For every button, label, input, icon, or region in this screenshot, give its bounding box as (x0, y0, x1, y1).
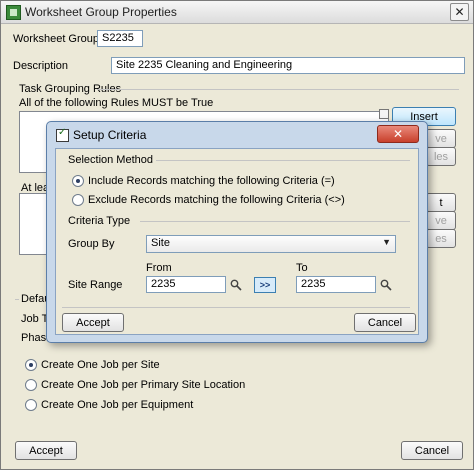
scroll-up-icon[interactable] (379, 109, 389, 119)
job-per-equipment-label: Create One Job per Equipment (41, 399, 194, 411)
from-site-field[interactable]: 2235 (146, 276, 226, 293)
rules-button[interactable]: les (426, 147, 456, 166)
job-per-primary-site-location-label: Create One Job per Primary Site Location (41, 379, 246, 391)
window-title: Worksheet Group Properties (25, 5, 177, 19)
title-bar[interactable]: Worksheet Group Properties ✕ (1, 1, 473, 24)
job-per-site-radio[interactable] (25, 359, 37, 371)
must-rules-label: All of the following Rules MUST be True (19, 97, 214, 109)
criteria-type-title: Criteria Type (68, 215, 131, 227)
dialog-accept-button[interactable]: Accept (62, 313, 124, 332)
app-icon (6, 5, 21, 20)
dialog-button-divider (62, 307, 410, 308)
dialog-checkbox-icon (56, 127, 69, 142)
include-records-label: Include Records matching the following C… (88, 175, 335, 187)
description-field[interactable]: Site 2235 Cleaning and Engineering (111, 57, 465, 74)
worksheet-group-field[interactable]: S2235 (97, 30, 143, 47)
job-per-equipment-radio[interactable] (25, 399, 37, 411)
group-by-value: Site (151, 237, 170, 249)
accept-button[interactable]: Accept (15, 441, 77, 460)
remove-button-2[interactable]: ve (426, 211, 456, 230)
worksheet-group-label: Worksheet Group (13, 33, 100, 45)
copy-range-button[interactable]: >> (254, 277, 276, 293)
dialog-cancel-button[interactable]: Cancel (354, 313, 416, 332)
dialog-close-icon[interactable]: ✕ (377, 125, 419, 143)
remove-button[interactable]: ve (426, 129, 456, 148)
description-label: Description (13, 60, 69, 72)
defaults-divider (15, 299, 19, 300)
group-by-select[interactable]: Site ▼ (146, 235, 396, 253)
exclude-records-radio[interactable] (72, 194, 84, 206)
edit-button[interactable]: t (426, 193, 456, 212)
rules-button-2[interactable]: es (426, 229, 456, 248)
search-from-icon[interactable] (230, 279, 242, 291)
from-label: From (146, 262, 172, 274)
group-by-label: Group By (68, 238, 115, 250)
setup-criteria-dialog: Setup Criteria ✕ Selection Method Includ… (46, 121, 428, 343)
search-to-icon[interactable] (380, 279, 392, 291)
dialog-body: Selection Method Include Records matchin… (55, 148, 419, 335)
selection-method-divider (156, 160, 410, 161)
to-site-field[interactable]: 2235 (296, 276, 376, 293)
chevron-down-icon: ▼ (382, 237, 391, 247)
cancel-button[interactable]: Cancel (401, 441, 463, 460)
to-label: To (296, 262, 308, 274)
site-range-label: Site Range (68, 279, 123, 291)
include-records-radio[interactable] (72, 175, 84, 187)
dialog-title: Setup Criteria (73, 128, 147, 142)
job-per-primary-site-location-radio[interactable] (25, 379, 37, 391)
task-grouping-divider (97, 89, 459, 90)
at-least-rules-list[interactable] (19, 193, 49, 255)
criteria-type-divider (140, 221, 410, 222)
job-per-site-label: Create One Job per Site (41, 359, 160, 371)
selection-method-title: Selection Method (68, 154, 153, 166)
close-icon[interactable]: ✕ (450, 3, 469, 21)
exclude-records-label: Exclude Records matching the following C… (88, 194, 345, 206)
